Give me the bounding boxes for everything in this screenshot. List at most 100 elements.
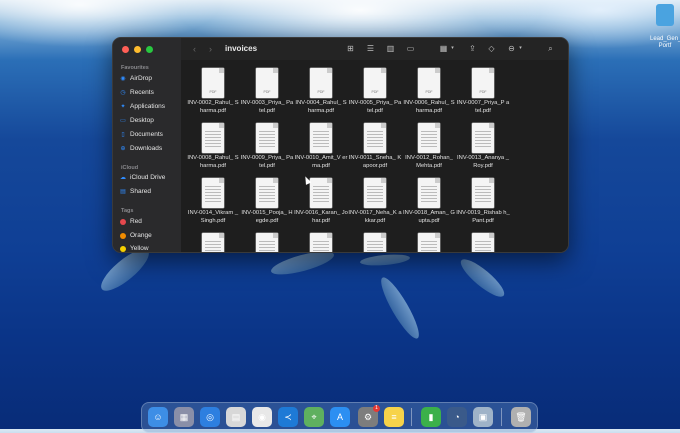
file-item[interactable]: PDF INV-0006_Rahul_ Sharma.pdf: [402, 68, 456, 115]
file-item[interactable]: INV-0015_Pooja_ Hegde.pdf: [240, 178, 294, 225]
sidebar-item-recents[interactable]: ◷ Recents: [120, 89, 154, 96]
column-view-icon[interactable]: ▥: [386, 44, 395, 53]
sidebar-item-shared[interactable]: ▤ Shared: [120, 188, 151, 195]
download-icon: ⊕: [120, 145, 126, 152]
dock-glyph: ◎: [206, 411, 214, 422]
system-settings-icon[interactable]: ⚙ 1: [358, 405, 380, 427]
file-item[interactable]: INV-0008_Rahul_ Sharma.pdf: [186, 123, 240, 170]
dolphin-shape: [359, 252, 411, 268]
file-item[interactable]: PDF INV-0004_Rahul_ Sharma.pdf: [294, 68, 348, 115]
file-item[interactable]: INV-0009_Priya_ Patel.pdf: [240, 123, 294, 170]
finder-icon[interactable]: ☺: [148, 407, 168, 427]
pdf-preview-lines: [259, 131, 275, 149]
file-item[interactable]: [186, 233, 240, 252]
file-item[interactable]: INV-0010_Amit_V erma.pdf: [294, 123, 348, 170]
file-item[interactable]: [240, 233, 294, 252]
sidebar-tag-yellow[interactable]: Yellow: [120, 245, 149, 252]
preview-viewer-icon[interactable]: ▣: [473, 407, 493, 427]
safari-icon[interactable]: ◎: [200, 407, 220, 427]
pdf-preview-lines: [313, 241, 329, 252]
file-item[interactable]: INV-0018_Aman_ Gupta.pdf: [402, 178, 456, 225]
page-fold: [273, 68, 278, 73]
file-item[interactable]: INV-0012_Rohan_ Mehta.pdf: [402, 123, 456, 170]
page-fold: [273, 178, 278, 183]
sidebar-item-downloads[interactable]: ⊕ Downloads: [120, 145, 162, 152]
notes-icon[interactable]: ≡: [384, 407, 404, 427]
minimize-button[interactable]: [134, 46, 141, 53]
page-fold: [435, 68, 440, 73]
file-item[interactable]: INV-0017_Neha_K akkar.pdf: [348, 178, 402, 225]
chevron-down-icon[interactable]: ▾: [516, 44, 525, 53]
more-actions-icon[interactable]: ⊖: [507, 44, 516, 53]
pdf-file-icon: PDF: [472, 68, 494, 98]
sidebar-item-airdrop[interactable]: ◉ AirDrop: [120, 75, 152, 82]
sidebar-tag-orange[interactable]: Orange: [120, 232, 152, 239]
dock-glyph: A: [336, 412, 343, 422]
page-fold: [273, 233, 278, 238]
file-item[interactable]: [402, 233, 456, 252]
desktop-icon: ▭: [120, 117, 126, 124]
file-type-label: PDF: [263, 90, 271, 94]
pdf-file-icon: [202, 123, 224, 153]
close-button[interactable]: [122, 46, 129, 53]
trash-icon[interactable]: 🗑: [511, 407, 531, 427]
finder-sidebar: Favourites ◉ AirDrop ◷ Recents ✦ Applicatio…: [113, 38, 181, 252]
dock-separator: [501, 408, 502, 426]
file-item[interactable]: PDF INV-0007_Priya_P atel.pdf: [456, 68, 510, 115]
chrome-icon[interactable]: ◉: [252, 407, 272, 427]
sidebar-section-tags: Tags: [121, 208, 134, 214]
dock-glyph: ☺: [153, 412, 163, 422]
file-type-label: PDF: [425, 90, 433, 94]
file-item[interactable]: INV-0019_Rishab h_Pant.pdf: [456, 178, 510, 225]
maps-icon[interactable]: ⌖: [304, 407, 324, 427]
quicktime-icon[interactable]: ◔: [447, 407, 467, 427]
file-name: INV-0018_Aman_ Gupta.pdf: [403, 210, 455, 224]
zoom-button[interactable]: [146, 46, 153, 53]
chevron-down-icon[interactable]: ▾: [448, 44, 457, 53]
file-item[interactable]: PDF INV-0005_Priya_ Patel.pdf: [348, 68, 402, 115]
sidebar-item-applications[interactable]: ✦ Applications: [120, 103, 165, 110]
back-arrow-icon[interactable]: ‹: [193, 44, 196, 54]
icon-view-icon[interactable]: ⊞: [346, 44, 355, 53]
search-icon[interactable]: ⌕: [546, 44, 555, 53]
desktop-file-icon[interactable]: Lead_Gen_ Portf: [650, 4, 680, 50]
file-item[interactable]: INV-0013_Ananya _Roy.pdf: [456, 123, 510, 170]
file-name: INV-0010_Amit_V erma.pdf: [294, 155, 348, 169]
file-item[interactable]: INV-0016_Karan_ Johar.pdf: [294, 178, 348, 225]
gallery-view-icon[interactable]: ▭: [406, 44, 415, 53]
tag-icon[interactable]: ◇: [487, 44, 496, 53]
page-fold: [381, 233, 386, 238]
file-item[interactable]: INV-0014_Vikram _Singh.pdf: [186, 178, 240, 225]
file-name: INV-0011_Sneha_ Kapoor.pdf: [348, 155, 402, 169]
desktop-file-label: Lead_Gen_ Portf: [650, 36, 680, 49]
sidebar-item-desktop[interactable]: ▭ Desktop: [120, 117, 154, 124]
file-item[interactable]: [456, 233, 510, 252]
dock-separator: [411, 408, 412, 426]
cloud-icon: ☁: [120, 174, 126, 181]
vscode-icon[interactable]: ≺: [278, 407, 298, 427]
app-store-icon[interactable]: A: [330, 407, 350, 427]
sidebar-item-documents[interactable]: ▯ Documents: [120, 131, 163, 138]
sidebar-item-icloud-drive[interactable]: ☁ iCloud Drive: [120, 174, 165, 181]
launchpad-icon[interactable]: ▦: [174, 407, 194, 427]
sidebar-tag-red[interactable]: Red: [120, 218, 142, 225]
file-item[interactable]: [348, 233, 402, 252]
file-item[interactable]: PDF INV-0002_Rahul_ Sharma.pdf: [186, 68, 240, 115]
numbers-icon[interactable]: ▮: [421, 407, 441, 427]
dock-glyph: ▮: [428, 411, 434, 422]
file-name: INV-0005_Priya_ Patel.pdf: [348, 100, 402, 114]
file-name: INV-0017_Neha_K akkar.pdf: [348, 210, 402, 224]
file-item[interactable]: INV-0011_Sneha_ Kapoor.pdf: [348, 123, 402, 170]
pdf-file-icon: [418, 123, 440, 153]
page-fold: [489, 233, 494, 238]
forward-arrow-icon[interactable]: ›: [209, 44, 212, 54]
sidebar-item-label: Shared: [130, 188, 151, 195]
sidebar-item-label: Recents: [130, 89, 154, 96]
file-item[interactable]: [294, 233, 348, 252]
share-icon[interactable]: ⇪: [468, 44, 477, 53]
page-fold: [273, 123, 278, 128]
file-item[interactable]: PDF INV-0003_Priya_ Patel.pdf: [240, 68, 294, 115]
group-by-icon[interactable]: ▦: [439, 44, 448, 53]
preview-icon[interactable]: ▤: [226, 407, 246, 427]
list-view-icon[interactable]: ☰: [366, 44, 375, 53]
